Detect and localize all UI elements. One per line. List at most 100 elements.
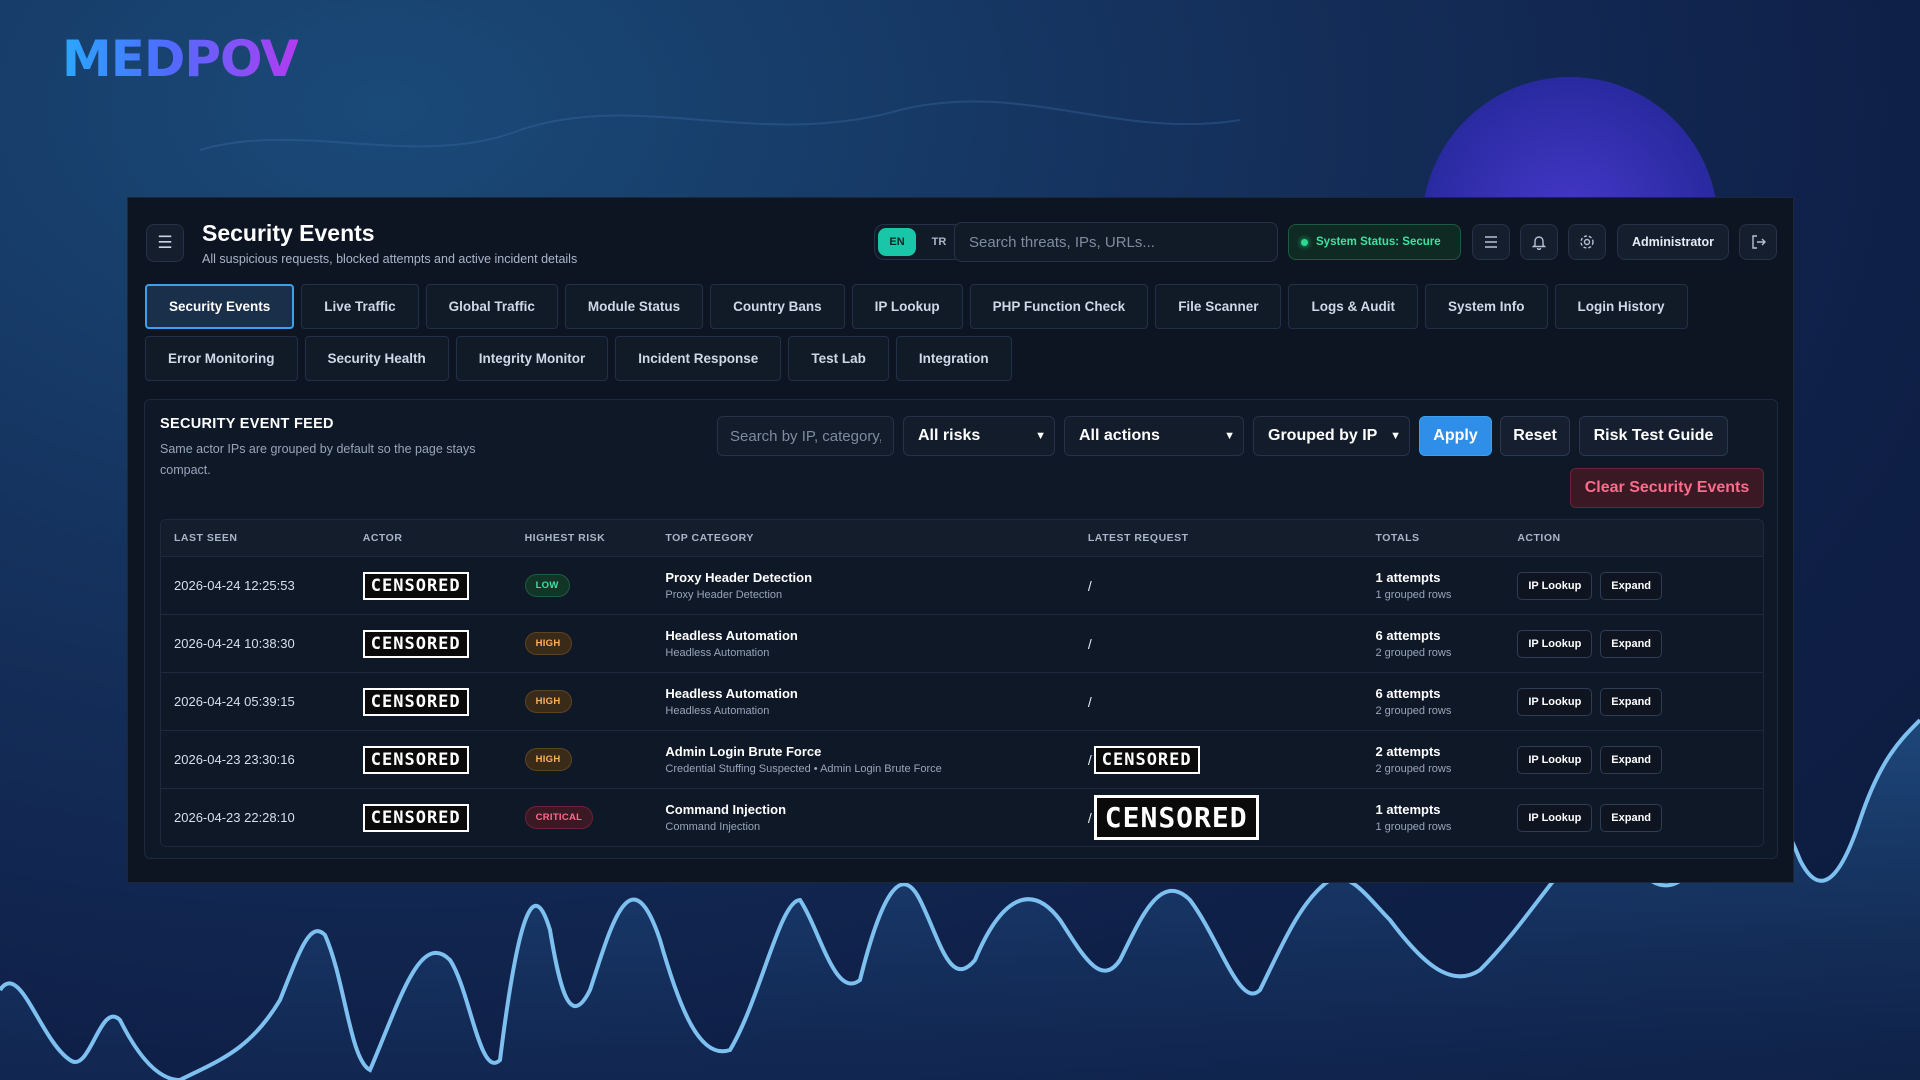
request-censored: CENSORED <box>1093 795 1259 840</box>
expand-button[interactable]: Expand <box>1600 629 1663 658</box>
logout-icon <box>1751 235 1766 249</box>
totals-sub: 1 grouped rows <box>1375 821 1452 833</box>
category-sub: Headless Automation <box>665 647 770 659</box>
lang-en-button[interactable]: EN <box>878 228 916 256</box>
category-cell: Headless Automation Headless Automation <box>665 686 1087 717</box>
apply-button[interactable]: Apply <box>1419 416 1492 456</box>
system-status-text: System Status: Secure <box>1316 236 1441 248</box>
totals-cell: 1 attempts 1 grouped rows <box>1376 802 1518 833</box>
logout-button[interactable] <box>1739 224 1777 260</box>
risk-cell: HIGH <box>524 690 666 713</box>
system-status-badge: System Status: Secure <box>1288 224 1461 260</box>
tab-country-bans[interactable]: Country Bans <box>710 284 845 329</box>
ip-lookup-button[interactable]: IP Lookup <box>1517 571 1593 600</box>
totals-cell: 1 attempts 1 grouped rows <box>1376 570 1518 601</box>
risk-filter-select[interactable]: All risks ▼ <box>903 416 1055 456</box>
notifications-button[interactable] <box>1520 224 1558 260</box>
action-cell: IP Lookup Expand <box>1517 745 1763 774</box>
risk-cell: CRITICAL <box>524 806 666 829</box>
user-menu-button[interactable]: Administrator <box>1617 224 1729 260</box>
status-dot-icon <box>1301 238 1308 246</box>
lang-tr-button[interactable]: TR <box>920 228 958 256</box>
action-cell: IP Lookup Expand <box>1517 803 1763 832</box>
list-icon <box>1485 236 1497 248</box>
tab-error-monitoring[interactable]: Error Monitoring <box>145 336 298 381</box>
risk-cell: HIGH <box>524 632 666 655</box>
col-highest-risk: HIGHEST RISK <box>524 532 606 544</box>
risk-cell: LOW <box>524 574 666 597</box>
totals-main: 6 attempts <box>1375 686 1441 701</box>
tab-security-health[interactable]: Security Health <box>304 336 449 381</box>
feed-search-input[interactable] <box>717 416 894 456</box>
ip-lookup-button[interactable]: IP Lookup <box>1517 687 1593 716</box>
menu-icon: ☰ <box>157 233 173 252</box>
tab-login-history[interactable]: Login History <box>1554 284 1688 329</box>
table-body: 2026-04-24 12:25:53 CENSORED LOW Proxy H… <box>161 556 1763 846</box>
category-sub: Headless Automation <box>665 705 770 717</box>
actor-cell: CENSORED <box>362 571 525 600</box>
action-filter-value: All actions <box>1079 427 1160 444</box>
risk-filter-value: All risks <box>918 427 981 444</box>
risk-badge: CRITICAL <box>524 806 594 829</box>
security-event-feed: SECURITY EVENT FEED Same actor IPs are g… <box>144 399 1778 859</box>
action-filter-select[interactable]: All actions ▼ <box>1064 416 1244 456</box>
actor-cell: CENSORED <box>362 745 525 774</box>
category-sub: Proxy Header Detection <box>665 589 783 601</box>
tab-test-lab[interactable]: Test Lab <box>788 336 889 381</box>
ip-lookup-button[interactable]: IP Lookup <box>1517 745 1593 774</box>
page-title: Security Events <box>202 220 375 246</box>
tab-module-status[interactable]: Module Status <box>564 284 704 329</box>
col-actor: ACTOR <box>362 532 403 544</box>
expand-button[interactable]: Expand <box>1600 745 1663 774</box>
hamburger-menu-button[interactable]: ☰ <box>146 224 184 262</box>
chevron-down-icon: ▼ <box>1224 430 1235 442</box>
tab-ip-lookup[interactable]: IP Lookup <box>851 284 963 329</box>
tab-live-traffic[interactable]: Live Traffic <box>301 284 419 329</box>
expand-button[interactable]: Expand <box>1600 803 1663 832</box>
page-subtitle: All suspicious requests, blocked attempt… <box>202 252 578 266</box>
ip-lookup-button[interactable]: IP Lookup <box>1517 803 1593 832</box>
settings-button[interactable] <box>1568 224 1606 260</box>
actor-censored: CENSORED <box>362 745 469 774</box>
actor-cell: CENSORED <box>362 687 525 716</box>
reset-button[interactable]: Reset <box>1500 416 1570 456</box>
tab-system-info[interactable]: System Info <box>1424 284 1548 329</box>
list-view-button[interactable] <box>1472 224 1510 260</box>
totals-sub: 1 grouped rows <box>1375 589 1452 601</box>
tab-incident-response[interactable]: Incident Response <box>615 336 782 381</box>
risk-badge: HIGH <box>524 690 572 713</box>
tab-file-scanner[interactable]: File Scanner <box>1155 284 1282 329</box>
expand-button[interactable]: Expand <box>1600 687 1663 716</box>
actor-censored: CENSORED <box>362 803 469 832</box>
brand-logo: MEDPOV <box>62 30 299 88</box>
category-cell: Headless Automation Headless Automation <box>665 628 1087 659</box>
risk-test-guide-button[interactable]: Risk Test Guide <box>1579 416 1728 456</box>
actor-cell: CENSORED <box>362 629 525 658</box>
expand-button[interactable]: Expand <box>1600 571 1663 600</box>
last-seen-cell: 2026-04-23 23:30:16 <box>174 752 295 767</box>
group-filter-select[interactable]: Grouped by IP ▼ <box>1253 416 1410 456</box>
totals-cell: 2 attempts 2 grouped rows <box>1376 744 1518 775</box>
tab-security-events[interactable]: Security Events <box>145 284 295 329</box>
ip-lookup-button[interactable]: IP Lookup <box>1517 629 1593 658</box>
last-seen-cell: 2026-04-24 10:38:30 <box>174 636 295 651</box>
bell-icon <box>1532 236 1546 250</box>
category-sub: Command Injection <box>665 821 761 833</box>
table-row: 2026-04-23 23:30:16 CENSORED HIGH Admin … <box>161 730 1763 788</box>
request-path: / <box>1087 751 1092 768</box>
tab-global-traffic[interactable]: Global Traffic <box>425 284 558 329</box>
events-table: LAST SEEN ACTOR HIGHEST RISK TOP CATEGOR… <box>160 519 1764 847</box>
totals-main: 6 attempts <box>1375 628 1441 643</box>
category-main: Admin Login Brute Force <box>665 744 822 759</box>
tab-logs-audit[interactable]: Logs & Audit <box>1288 284 1418 329</box>
global-search-input[interactable] <box>954 222 1278 262</box>
request-cell: / <box>1088 694 1376 710</box>
tab-php-function-check[interactable]: PHP Function Check <box>969 284 1149 329</box>
col-last-seen: LAST SEEN <box>174 532 238 544</box>
category-sub: Credential Stuffing Suspected • Admin Lo… <box>665 763 942 775</box>
clear-security-events-button[interactable]: Clear Security Events <box>1570 468 1764 508</box>
tab-integrity-monitor[interactable]: Integrity Monitor <box>455 336 609 381</box>
tab-integration[interactable]: Integration <box>895 336 1012 381</box>
actor-cell: CENSORED <box>362 803 525 832</box>
col-latest-request: LATEST REQUEST <box>1087 532 1189 544</box>
